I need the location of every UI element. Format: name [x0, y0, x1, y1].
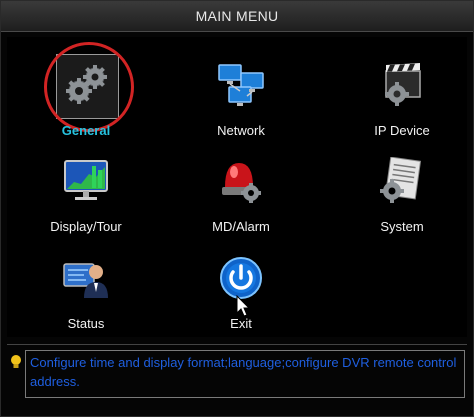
- hint-text: Configure time and display format;langua…: [25, 350, 465, 398]
- clapperboard-gear-icon: [385, 63, 421, 106]
- menu-item-display-tour[interactable]: Display/Tour: [31, 157, 141, 237]
- menu-item-general[interactable]: General: [31, 61, 141, 141]
- menu-item-label: Network: [217, 123, 265, 138]
- alarm-light-icon: [222, 163, 261, 203]
- menu-grid: General Network IP Device Display/Tour M…: [7, 37, 467, 337]
- menu-item-exit[interactable]: Exit: [186, 254, 296, 334]
- menu-item-label: Exit: [230, 316, 252, 331]
- menu-item-label: IP Device: [374, 123, 430, 138]
- window-title: MAIN MENU: [1, 1, 473, 32]
- menu-item-label: MD/Alarm: [212, 219, 270, 234]
- menu-item-label: Display/Tour: [50, 219, 122, 234]
- lightbulb-icon: [11, 355, 21, 368]
- menu-item-label: General: [61, 123, 111, 138]
- menu-item-status[interactable]: Status: [31, 254, 141, 334]
- menu-item-label: System: [380, 219, 424, 234]
- menu-item-label: Status: [67, 316, 105, 331]
- menu-item-network[interactable]: Network: [186, 61, 296, 141]
- menu-item-md-alarm[interactable]: MD/Alarm: [186, 157, 296, 237]
- network-icon: [218, 64, 264, 106]
- menu-item-ip-device[interactable]: IP Device: [347, 61, 457, 141]
- mouse-cursor-icon: [236, 295, 250, 317]
- document-gear-icon: [380, 157, 422, 203]
- hint-area: Configure time and display format;langua…: [7, 344, 467, 401]
- menu-item-system[interactable]: System: [347, 157, 457, 237]
- monitor-chart-icon: [64, 160, 108, 200]
- user-monitor-icon: [63, 263, 108, 298]
- gears-icon: [66, 65, 107, 104]
- main-menu-window: MAIN MENU General Network IP Device Disp…: [0, 0, 474, 417]
